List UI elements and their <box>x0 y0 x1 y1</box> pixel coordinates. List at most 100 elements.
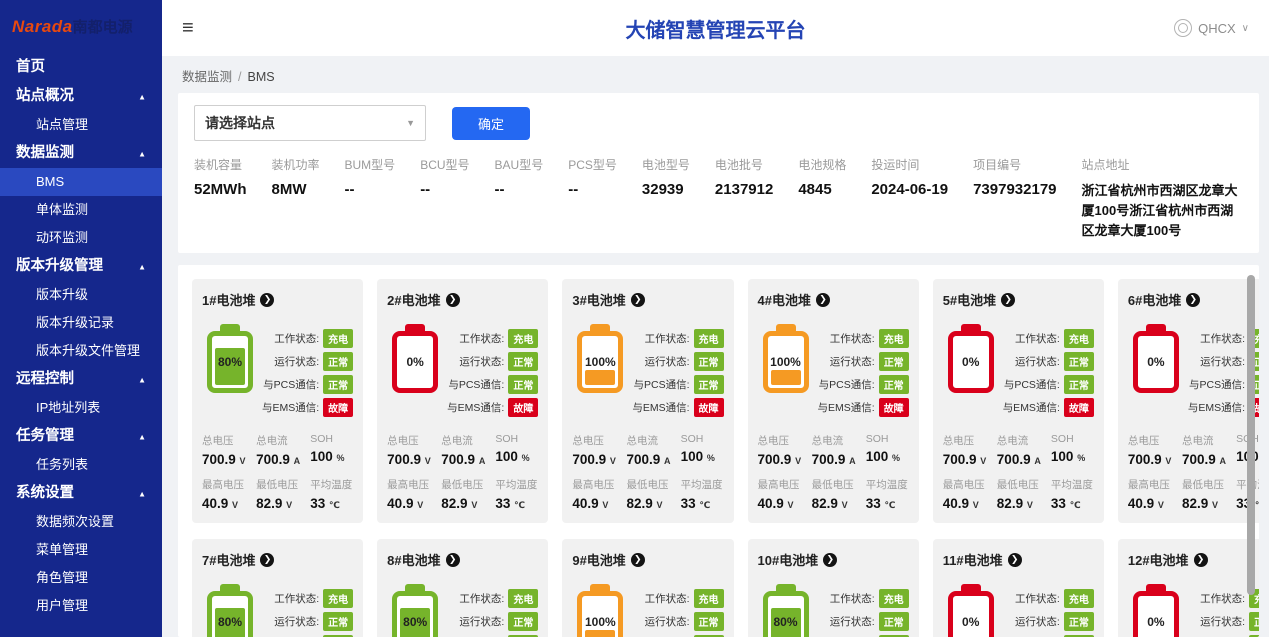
sidebar-item-18[interactable]: 角色管理 <box>0 564 162 592</box>
card-detail-arrow-icon[interactable]: ❯ <box>445 552 460 567</box>
cards-grid: 1#电池堆 ❯ 80% 工作状态: 充电 运行状态: 正常 与PCS通信: 正常 与EMS通信: 故… <box>192 279 1259 637</box>
sidebar-item-14[interactable]: 任务列表 <box>0 451 162 479</box>
battery-wrap: 80% <box>758 583 814 637</box>
stat-label: 最高电压 <box>757 479 800 492</box>
battery-soc-value: 100% <box>584 615 616 630</box>
status-badge: 充电 <box>323 329 354 349</box>
stat-cell: 最低电压 82.9 V <box>256 477 306 511</box>
sidebar-item-3[interactable]: 数据监测 ▲ <box>0 139 162 168</box>
sidebar-item-17[interactable]: 菜单管理 <box>0 536 162 564</box>
sidebar-item-5[interactable]: 单体监测 <box>0 196 162 224</box>
status-label: 运行状态: <box>644 616 690 629</box>
battery-soc-value: 100% <box>770 355 801 370</box>
info-field-label: 项目编号 <box>973 158 1022 172</box>
status-list: 工作状态:充电运行状态:正常与PCS通信:正常与EMS通信:故障 <box>447 323 539 421</box>
status-label: 工作状态: <box>1200 333 1246 346</box>
hamburger-menu-icon[interactable]: ≡ <box>182 18 194 38</box>
sidebar-item-label: 版本升级管理 <box>16 258 103 274</box>
stat-cell: 总电流 700.9 A <box>626 433 676 467</box>
stat-value: 40.9 V <box>757 496 794 512</box>
status-row: 运行状态:正常 <box>818 352 909 372</box>
status-row: 工作状态:充电 <box>1003 329 1094 349</box>
card-title: 7#电池堆 <box>202 553 256 569</box>
sidebar-item-0[interactable]: 首页 <box>0 53 162 82</box>
card-detail-arrow-icon[interactable]: ❯ <box>1193 552 1208 567</box>
info-field: 站点地址 浙江省杭州市西湖区龙章大厦100号浙江省杭州市西湖区龙章大厦100号 <box>1082 156 1243 241</box>
sidebar-item-7[interactable]: 版本升级管理 ▲ <box>0 252 162 281</box>
card-head: 1#电池堆 ❯ <box>202 290 353 309</box>
status-badge: 故障 <box>1063 398 1094 418</box>
status-badge: 正常 <box>1063 612 1094 632</box>
collapse-arrow-icon: ▲ <box>138 432 146 441</box>
card-detail-arrow-icon[interactable]: ❯ <box>815 292 830 307</box>
status-label: 与PCS通信: <box>1189 379 1246 392</box>
stat-value: 700.9 V <box>572 452 616 468</box>
card-title: 2#电池堆 <box>387 293 441 309</box>
stat-label: 总电压 <box>387 435 419 448</box>
main-area: ≡ 大储智慧管理云平台 QHCX ∨ 数据监测 / BMS 请选择站点 ▼ 确定 装… <box>162 0 1269 637</box>
breadcrumb-separator: / <box>238 70 242 84</box>
card-detail-arrow-icon[interactable]: ❯ <box>1001 292 1016 307</box>
stat-value: 40.9 V <box>1127 496 1164 512</box>
confirm-button[interactable]: 确定 <box>452 106 530 140</box>
stat-label: 总电流 <box>811 435 844 448</box>
sidebar-item-11[interactable]: 远程控制 ▲ <box>0 365 162 394</box>
status-row: 工作状态:充电 <box>447 589 539 609</box>
stat-unit: ℃ <box>514 500 526 511</box>
card-title: 6#电池堆 <box>1127 293 1182 309</box>
card-detail-arrow-icon[interactable]: ❯ <box>1007 552 1022 567</box>
status-row: 与PCS通信:正常 <box>1003 375 1094 395</box>
sidebar-item-12[interactable]: IP地址列表 <box>0 394 162 422</box>
battery-stack-card: 11#电池堆❯0%工作状态:充电运行状态:正常与PCS通信:正常与EMS通信:故… <box>932 539 1104 637</box>
sidebar-item-10[interactable]: 版本升级文件管理 <box>0 337 162 365</box>
battery-soc-value: 100% <box>584 355 616 370</box>
status-list: 工作状态:充电运行状态:正常与PCS通信:正常与EMS通信:故障 <box>447 583 539 637</box>
breadcrumb-parent[interactable]: 数据监测 <box>182 70 232 84</box>
card-detail-arrow-icon[interactable]: ❯ <box>260 292 275 307</box>
stat-cell: 总电压 700.9 V <box>387 433 437 467</box>
sidebar-item-label: 任务管理 <box>16 428 74 444</box>
status-row: 运行状态:正常 <box>1003 612 1094 632</box>
sidebar-item-6[interactable]: 动环监测 <box>0 224 162 252</box>
vertical-scrollbar[interactable] <box>1247 275 1255 596</box>
sidebar-item-13[interactable]: 任务管理 ▲ <box>0 422 162 451</box>
sidebar-item-8[interactable]: 版本升级 <box>0 281 162 309</box>
stat-value: 40.9 V <box>942 496 979 512</box>
sidebar-item-label: 远程控制 <box>16 371 74 387</box>
sidebar-item-4[interactable]: BMS <box>0 168 162 196</box>
card-detail-arrow-icon[interactable]: ❯ <box>630 292 645 307</box>
brand-name: Narada <box>12 17 73 36</box>
station-select[interactable]: 请选择站点 ▼ <box>194 105 426 141</box>
status-row: 工作状态:充电 <box>818 329 909 349</box>
card-body: 100% 工作状态:充电运行状态:正常与PCS通信:正常与EMS通信:故障 <box>572 323 724 421</box>
user-menu[interactable]: QHCX ∨ <box>1174 19 1249 37</box>
sidebar-item-16[interactable]: 数据频次设置 <box>0 508 162 536</box>
card-detail-arrow-icon[interactable]: ❯ <box>630 552 645 567</box>
sidebar-item-9[interactable]: 版本升级记录 <box>0 309 162 337</box>
status-label: 与PCS通信: <box>1003 379 1060 392</box>
status-row: 与EMS通信:故障 <box>818 398 909 418</box>
sidebar-item-2[interactable]: 站点管理 <box>0 111 162 139</box>
card-detail-arrow-icon[interactable]: ❯ <box>445 292 460 307</box>
stat-label: 总电流 <box>996 435 1029 448</box>
sidebar-item-15[interactable]: 系统设置 ▲ <box>0 479 162 508</box>
status-row: 工作状态:充电 <box>1003 589 1094 609</box>
battery-soc-value: 0% <box>962 355 980 370</box>
card-detail-arrow-icon[interactable]: ❯ <box>823 552 838 567</box>
status-row: 工作状态:充电 <box>262 589 354 609</box>
collapse-arrow-icon: ▲ <box>138 92 146 101</box>
stat-cell: 总电流 700.9 A <box>997 433 1047 467</box>
battery-stack-card: 4#电池堆 ❯ 100% 工作状态: 充电 运行状态: 正常 与PCS通信: 正常 与EMS通信:… <box>747 279 919 524</box>
sidebar-item-19[interactable]: 用户管理 <box>0 592 162 620</box>
stat-cell: 最高电压 40.9 V <box>1128 477 1178 511</box>
sidebar-item-1[interactable]: 站点概况 ▲ <box>0 82 162 111</box>
card-head: 3#电池堆 ❯ <box>572 290 723 309</box>
stat-label: 平均温度 <box>310 479 353 492</box>
card-detail-arrow-icon[interactable]: ❯ <box>260 552 275 567</box>
card-detail-arrow-icon[interactable]: ❯ <box>1186 292 1201 307</box>
card-body: 0% 工作状态:充电运行状态:正常与PCS通信:正常与EMS通信:故障 <box>387 323 539 421</box>
stat-value: 82.9 V <box>1181 496 1219 512</box>
stat-label: 最高电压 <box>1127 479 1170 492</box>
stat-value: 100 % <box>865 449 901 465</box>
status-row: 运行状态:正常 <box>818 612 909 632</box>
